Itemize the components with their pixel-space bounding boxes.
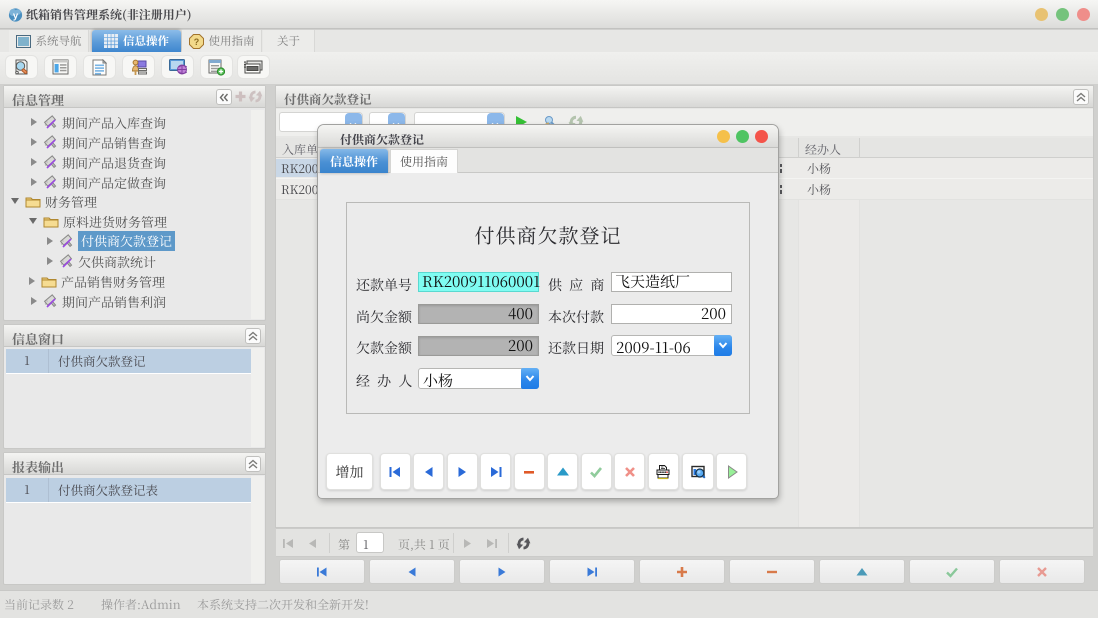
svg-text:?: ? <box>193 37 199 47</box>
svg-text:y: y <box>13 11 19 22</box>
